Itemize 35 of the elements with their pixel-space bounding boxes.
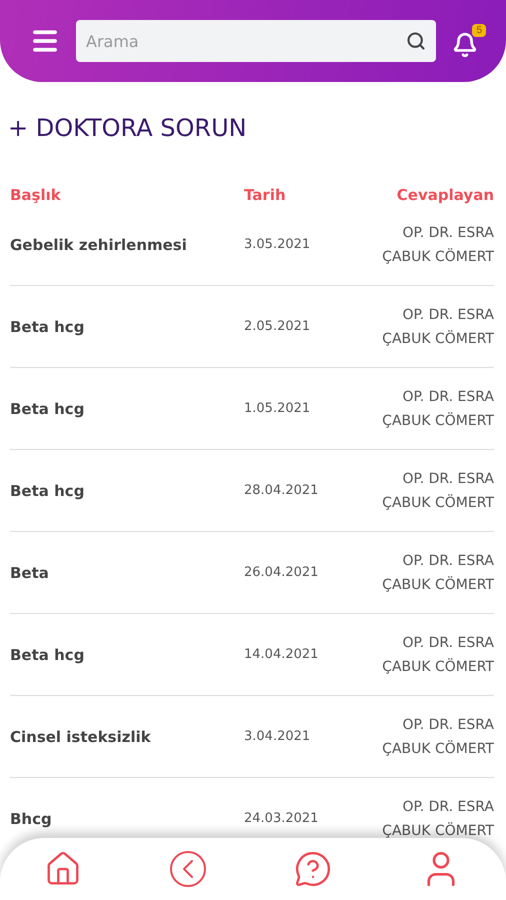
date-cell-text: 26.04.2021 [244, 565, 320, 580]
notification-count: 5 [472, 24, 486, 37]
subject-cell-text: Beta hcg [10, 646, 86, 664]
date-cell-text: 24.03.2021 [244, 811, 320, 826]
answerer-cell-text: OP. DR. ESRA ÇABUK CÖMERT [381, 552, 494, 594]
subject-cell-text: Cinsel isteksizlik [10, 728, 152, 746]
date-cell-text: 28.04.2021 [244, 483, 320, 498]
answerer-cell-text: OP. DR. ESRA ÇABUK CÖMERT [381, 798, 494, 840]
back-icon [170, 851, 206, 887]
back-button[interactable] [170, 851, 206, 887]
help-button[interactable] [294, 850, 332, 888]
subject-cell-text: Gebelik zehirlenmesi [10, 236, 188, 254]
subject-cell-text: Beta hcg [10, 400, 86, 418]
page-title[interactable]: + DOKTORA SORUN [8, 114, 506, 142]
search-icon [406, 31, 426, 51]
answerer-cell-text: OP. DR. ESRA ÇABUK CÖMERT [381, 224, 494, 266]
answerer-cell-text: OP. DR. ESRA ÇABUK CÖMERT [381, 306, 494, 348]
date-cell-text: 1.05.2021 [244, 401, 312, 416]
subject-cell-text: Bhcg [10, 810, 53, 828]
subject-cell-text: Beta hcg [10, 482, 86, 500]
date-cell-text: 3.05.2021 [244, 237, 312, 252]
date-cell-text: 3.04.2021 [244, 729, 312, 744]
answerer-cell-text: OP. DR. ESRA ÇABUK CÖMERT [381, 716, 494, 758]
column-header: Tarih [244, 186, 287, 204]
date-cell-text: 14.04.2021 [244, 647, 320, 662]
answerer-cell-text: OP. DR. ESRA ÇABUK CÖMERT [381, 470, 494, 512]
answerer-cell-text: OP. DR. ESRA ÇABUK CÖMERT [381, 634, 494, 676]
answerer-cell-text: OP. DR. ESRA ÇABUK CÖMERT [381, 388, 494, 430]
subject-cell-text: Beta [10, 564, 50, 582]
search-field[interactable]: Arama [76, 20, 436, 62]
column-header: Başlık [10, 186, 62, 204]
help-icon [294, 850, 332, 888]
subject-cell-text: Beta hcg [10, 318, 86, 336]
date-cell-text: 2.05.2021 [244, 319, 312, 334]
column-header: Cevaplayan [396, 186, 494, 204]
